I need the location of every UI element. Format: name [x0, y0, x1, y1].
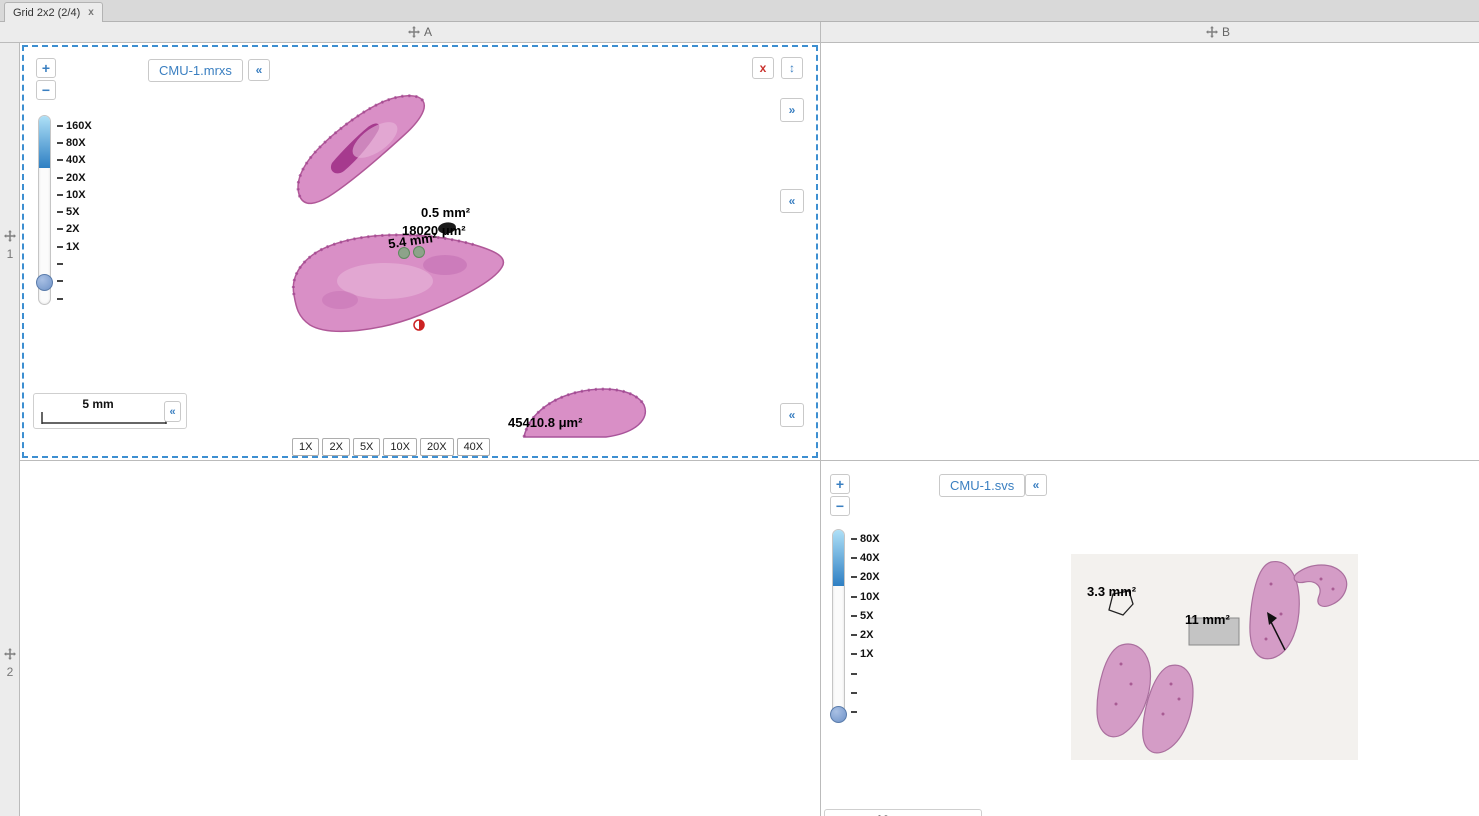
zoom-in-button[interactable]: + — [36, 58, 56, 78]
panel-expand-button[interactable]: » — [780, 98, 804, 122]
slide-title: CMU-1.svs — [939, 474, 1025, 497]
viewer-panel-b2: 3.3 mm² 11 mm² + − CMU-1.svs « 80X 40X 2… — [820, 460, 1479, 816]
zoom-preset-bar: 1X 2X 5X 10X 20X 40X — [292, 438, 490, 456]
zoom-slider-fill — [833, 530, 844, 586]
row-gutter: 1 2 — [0, 43, 20, 816]
row-2-label: 2 — [7, 665, 14, 679]
row-1-label: 1 — [7, 247, 14, 261]
tab-grid-2x2[interactable]: Grid 2x2 (2/4) x — [4, 2, 103, 22]
zoom-out-button[interactable]: − — [830, 496, 850, 516]
tick-label: 5X — [860, 610, 873, 622]
viewer-panel-a1: 0.5 mm² 18020 μm² 5.4 mm² 45410.8 μm² + … — [20, 43, 820, 460]
zoom-preset-1x[interactable]: 1X — [292, 438, 319, 456]
area-annotation-label: 45410.8 μm² — [508, 415, 582, 430]
zoom-preset-20x[interactable]: 20X — [420, 438, 454, 456]
scale-bar-ruler — [40, 410, 170, 426]
tab-close-icon[interactable]: x — [88, 7, 94, 18]
row-header-2[interactable]: 2 — [0, 648, 20, 679]
tab-label: Grid 2x2 (2/4) — [13, 7, 80, 19]
area-annotation-label: 3.3 mm² — [1087, 584, 1136, 599]
zoom-in-button[interactable]: + — [830, 474, 850, 494]
tick-label: 20X — [860, 571, 880, 583]
scale-bar: 10 mm — [824, 809, 982, 816]
zoom-slider-handle[interactable] — [830, 706, 847, 723]
move-icon — [1206, 26, 1218, 38]
tick-label: 1X — [860, 648, 873, 660]
tick-label: 2X — [860, 629, 873, 641]
column-header-b[interactable]: B — [820, 22, 1479, 43]
move-vertical-button[interactable]: ↕ — [781, 57, 803, 79]
scale-bar-collapse-button[interactable]: « — [164, 401, 181, 422]
zoom-preset-5x[interactable]: 5X — [353, 438, 380, 456]
tick-label: 80X — [860, 533, 880, 545]
ellipse-annotation[interactable] — [414, 247, 425, 258]
zoom-slider-track[interactable] — [38, 115, 51, 305]
scale-bar-label: 5 mm — [34, 397, 162, 411]
zoom-slider-ticks: 160X 80X 40X 20X 10X 5X 2X 1X — [57, 117, 92, 307]
whole-slide-viewer-app: Grid 2x2 (2/4) x A B 1 2 — [0, 0, 1479, 816]
zoom-preset-10x[interactable]: 10X — [383, 438, 417, 456]
move-icon — [4, 230, 16, 242]
tick-label: 5X — [66, 206, 79, 218]
point-marker[interactable] — [414, 320, 424, 330]
area-annotation-label: 0.5 mm² — [421, 205, 470, 220]
close-viewer-button[interactable]: x — [752, 57, 774, 79]
empty-cell-b1 — [820, 43, 1479, 460]
column-header-a[interactable]: A — [20, 22, 820, 43]
tick-label: 40X — [860, 552, 880, 564]
empty-cell-a2 — [20, 460, 820, 816]
tick-label: 10X — [860, 591, 880, 603]
zoom-slider-track[interactable] — [832, 529, 845, 721]
move-icon — [4, 648, 16, 660]
panel-collapse-mid-button[interactable]: « — [780, 189, 804, 213]
column-a-label: A — [424, 25, 432, 39]
tick-label: 20X — [66, 172, 86, 184]
tick-label: 160X — [66, 120, 92, 132]
tick-label: 2X — [66, 223, 79, 235]
zoom-slider-fill — [39, 116, 50, 168]
slide-canvas-a[interactable] — [280, 85, 670, 457]
tick-label: 80X — [66, 137, 86, 149]
tick-label: 10X — [66, 189, 86, 201]
scale-bar: 5 mm « — [33, 393, 187, 429]
zoom-slider-ticks: 80X 40X 20X 10X 5X 2X 1X — [851, 529, 880, 722]
panel-collapse-bottom-button[interactable]: « — [780, 403, 804, 427]
move-icon — [408, 26, 420, 38]
zoom-preset-40x[interactable]: 40X — [457, 438, 491, 456]
zoom-preset-2x[interactable]: 2X — [322, 438, 349, 456]
slide-title: CMU-1.mrxs — [148, 59, 243, 82]
title-collapse-button[interactable]: « — [248, 59, 270, 81]
column-b-label: B — [1222, 25, 1230, 39]
area-annotation-label: 11 mm² — [1185, 612, 1230, 627]
tick-label: 40X — [66, 154, 86, 166]
tick-label: 1X — [66, 241, 79, 253]
zoom-out-button[interactable]: − — [36, 80, 56, 100]
grid-corner — [0, 22, 20, 43]
title-collapse-button[interactable]: « — [1025, 474, 1047, 496]
row-header-1[interactable]: 1 — [0, 230, 20, 261]
zoom-slider-handle[interactable] — [36, 274, 53, 291]
tab-bar: Grid 2x2 (2/4) x — [0, 0, 1479, 22]
